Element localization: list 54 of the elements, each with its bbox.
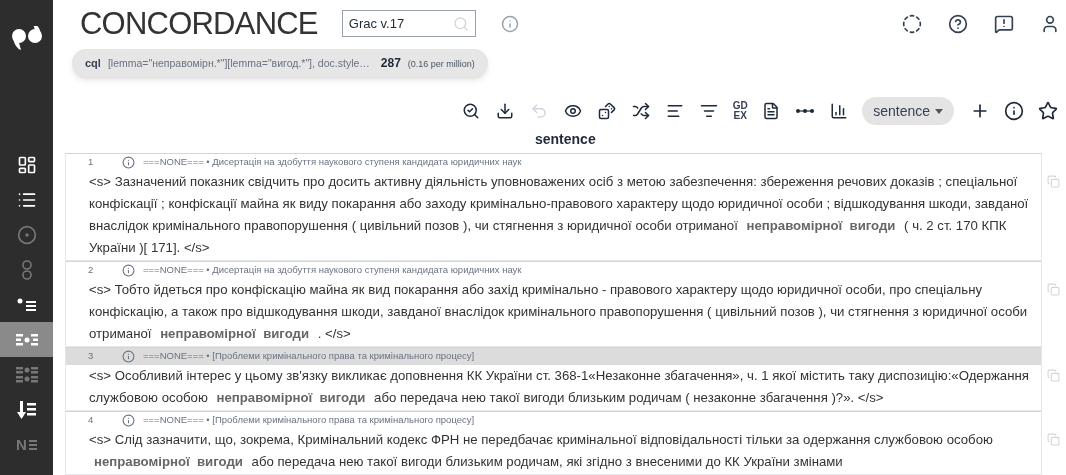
bar-chart-icon — [830, 102, 849, 120]
document-icon — [762, 102, 781, 120]
page-title: CONCORDANCE — [80, 8, 318, 39]
frequency-text: (0.16 per million) — [407, 58, 475, 71]
caret-icon — [935, 108, 943, 114]
keyword-lines-icon — [15, 332, 38, 347]
row-number: 3 — [87, 349, 95, 364]
circles-icon — [20, 259, 33, 280]
sentence-text: <s> Зазначений показник свідчить про досить активну діяльність уповноважених осіб з метою забезпечення: збереження речових доказів ; спеціальної конфіскації ; конфіскації майна як виду покарання або заходу кримінально-правового характеру щодо юридичної особи ; відшкодування шкоди, завданої внаслідок кримінального правопорушення ( цивільний позов ), чи стягнення з юридичної особи отриманої неправомірної вигоди ( ч. 2 ст. 170 КПК України )[ 171]. </s> — [88, 173, 1030, 257]
star-icon[interactable] — [1038, 101, 1058, 121]
gdex-button[interactable]: GD EX — [730, 101, 751, 121]
target-icon — [16, 224, 37, 245]
view-select[interactable]: sentence — [862, 97, 954, 125]
sentence-text: <s> Особливий інтерес у цьому зв'язку викликає доповнення КК України ст. 368-1«Незаконне збагачення», ч. 1 якої містить таку диспозицію:«Одержання службовою особою неправомірної вигоди або передача нею такої вигоди близьким родичам ( незаконне збагачення )?». </s> — [88, 367, 1030, 407]
row-header[interactable]: 1 ===NONE=== • Дисертація на здобуття наукового ступеня кандидата юридичних наук — [66, 154, 1042, 171]
eye-icon — [564, 102, 583, 120]
document-meta: ===NONE=== • Дисертація на здобуття наукового ступеня кандидата юридичних наук — [143, 263, 522, 278]
row-number: 4 — [87, 413, 95, 428]
filter-icon — [700, 102, 719, 120]
feedback-icon[interactable] — [994, 13, 1014, 34]
sort-down-icon — [16, 399, 37, 420]
row-header[interactable]: 3 ===NONE=== • [Проблеми кримінального права та кримінального процесу] — [66, 348, 1042, 365]
document-meta: ===NONE=== • Дисертація на здобуття наукового ступеня кандидата юридичних наук — [143, 155, 522, 170]
result-count: 287 — [380, 55, 401, 72]
sentence-text: <s> Тобто йдеться про конфіскацію майна як вид покарання або захід кримінально - правового характеру щодо юридичної особи, про спеціальну конфіскацію, а також про відшкодування шкоди, завданої внаслідок кримінального правопорушення ( цивільний позов ), чи стягнення з юридичної особи отриманої неправомірної вигоди . </s> — [88, 281, 1029, 343]
help-icon[interactable] — [948, 13, 968, 34]
row-header[interactable]: 2 ===NONE=== • Дисертація на здобуття наукового ступеня кандидата юридичних наук — [66, 262, 1042, 279]
keyword-lines-icon — [15, 365, 38, 384]
corpus-field[interactable]: Grac v.17 — [341, 10, 476, 37]
info-icon[interactable] — [1004, 101, 1024, 121]
query-text: [lemma="неправомірн.*"][lemma="вигод.*"], doc.style… — [107, 56, 370, 71]
query-pill[interactable]: cql [lemma="неправомірн.*"][lemma="вигод.*"], doc.style… 287 (0.16 per million) — [72, 49, 488, 77]
query-type: cql — [85, 56, 101, 71]
sidebar-item[interactable]: N — [0, 427, 53, 462]
column-heading: sentence — [535, 130, 596, 149]
download-icon — [496, 102, 515, 120]
row-number: 1 — [87, 155, 95, 170]
sidebar-glyph: N — [16, 437, 37, 452]
dot-list-icon — [16, 297, 37, 312]
search-icon — [452, 15, 469, 32]
quote-logo-icon — [10, 26, 43, 52]
dice-icon — [598, 102, 617, 120]
sentence-text: <s> Слід зазначити, що, зокрема, Кримінальний кодекс ФРН не передбачає кримінальної відповідальності тільки за одержання службовою особою неправомірної вигоди або передача нею такої вигоди близьким родичам, які згідно з внесеними до КК України змінами — [88, 431, 994, 471]
row-number: 2 — [87, 263, 95, 278]
document-meta: ===NONE=== • [Проблеми кримінального права та кримінального процесу] — [143, 413, 475, 428]
dots-icon — [796, 109, 815, 113]
undo-icon — [530, 102, 549, 120]
document-meta: ===NONE=== • [Проблеми кримінального права та кримінального процесу] — [143, 349, 475, 364]
user-icon[interactable] — [1040, 13, 1060, 34]
row-header[interactable]: 4 ===NONE=== • [Проблеми кримінального права та кримінального процесу] — [66, 412, 1042, 429]
shuffle-icon — [632, 102, 651, 120]
search-icon — [462, 102, 481, 120]
sort-icon — [666, 102, 685, 120]
dashboard-icon — [16, 154, 37, 175]
